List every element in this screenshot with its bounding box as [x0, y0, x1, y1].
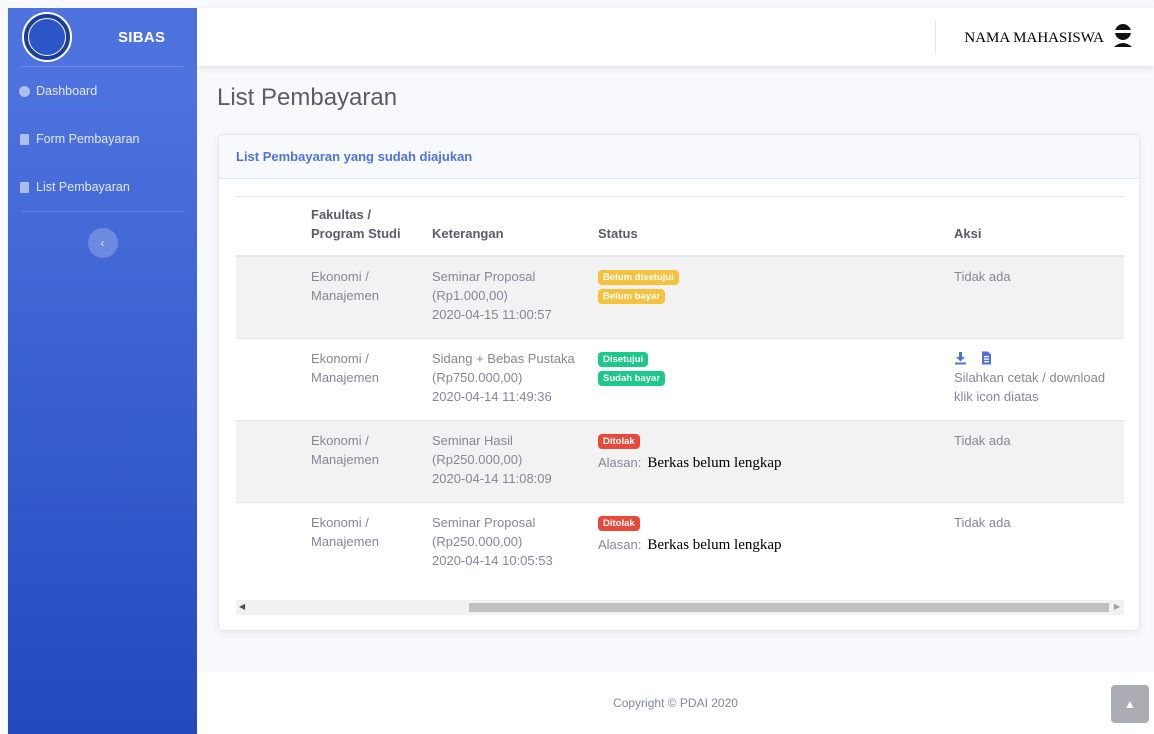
payment-badge: Sudah bayar [598, 370, 666, 386]
copyright-text: Copyright © PDAI 2020 [613, 696, 738, 710]
cell-status: Ditolak Alasan: Berkas belum lengkap [598, 502, 954, 584]
chevron-up-icon: ▲ [1124, 697, 1136, 711]
sidebar: SIBAS Dashboard Form Pembayaran List Pem… [8, 8, 197, 734]
horizontal-scrollbar[interactable]: ◀ ▶ [236, 600, 1124, 615]
column-header-aksi: Aksi [954, 196, 1124, 257]
rejection-reason: Alasan: Berkas belum lengkap [598, 536, 782, 553]
status-badge: Ditolak [598, 515, 640, 531]
cell-aksi: Tidak ada [954, 432, 1011, 448]
status-badge: Disetujui [598, 351, 649, 367]
table-row: Ekonomi / Manajemen Seminar Proposal (Rp… [236, 256, 1124, 338]
sidebar-item-form-pembayaran[interactable]: Form Pembayaran [8, 115, 197, 163]
user-name[interactable]: NAMA MAHASISWA [964, 30, 1104, 47]
dashboard-icon [18, 85, 30, 97]
sidebar-brand[interactable]: SIBAS [8, 8, 197, 66]
topbar-divider [935, 20, 936, 54]
cell-fakultas: Ekonomi / Manajemen [311, 269, 379, 303]
topbar: NAMA MAHASISWA [197, 8, 1154, 66]
rejection-reason: Alasan: Berkas belum lengkap [598, 454, 782, 471]
cell-aksi: Tidak ada [954, 514, 1011, 530]
page-title: List Pembayaran [217, 84, 398, 111]
payments-table: Fakultas / Program Studi Keterangan Statu… [236, 196, 1124, 584]
cell-status: Ditolak Alasan: Berkas belum lengkap [598, 420, 954, 502]
cell-status: Disetujui Sudah bayar [598, 338, 954, 420]
cell-keterangan: Seminar Hasil (Rp250.000,00) 2020-04-14 … [432, 432, 552, 486]
status-badge: Belum disetujui [598, 270, 679, 285]
file-icon [18, 133, 30, 145]
cell-keterangan: Seminar Proposal (Rp1.000,00) 2020-04-15… [432, 269, 552, 322]
brand-name: SIBAS [118, 28, 166, 46]
sidebar-item-label: Form Pembayaran [36, 132, 140, 146]
payments-card: List Pembayaran yang sudah diajukan Faku… [218, 134, 1140, 631]
cell-keterangan: Sidang + Bebas Pustaka (Rp750.000,00) 20… [432, 350, 575, 404]
cell-status: Belum disetujui Belum bayar [598, 256, 954, 338]
scroll-right-arrow-icon[interactable]: ▶ [1114, 602, 1120, 611]
cell-fakultas: Ekonomi / Manajemen [311, 514, 379, 549]
user-avatar-icon[interactable] [1112, 23, 1134, 49]
column-header-fakultas: Fakultas / Program Studi [311, 196, 432, 257]
column-header-status: Status [598, 196, 954, 257]
scroll-to-top-button[interactable]: ▲ [1111, 685, 1149, 723]
sidebar-item-dashboard[interactable]: Dashboard [8, 67, 197, 115]
cell-aksi: Silahkan cetak / download klik icon diat… [954, 338, 1124, 420]
cell-aksi: Tidak ada [954, 269, 1011, 284]
scroll-left-arrow-icon[interactable]: ◀ [239, 602, 245, 611]
cell-fakultas: Ekonomi / Manajemen [311, 432, 379, 467]
chevron-left-icon: ‹ [100, 236, 105, 250]
download-icon[interactable] [954, 351, 967, 365]
column-header-blank [236, 196, 311, 257]
university-logo [22, 12, 72, 62]
table-row: Ekonomi / Manajemen Seminar Proposal (Rp… [236, 502, 1124, 584]
status-badge: Ditolak [598, 433, 640, 449]
document-icon[interactable] [980, 351, 993, 365]
card-title: List Pembayaran yang sudah diajukan [219, 135, 1139, 179]
table-header-row: Fakultas / Program Studi Keterangan Statu… [236, 196, 1124, 257]
scrollbar-thumb[interactable] [469, 603, 1109, 612]
table-row: Ekonomi / Manajemen Seminar Hasil (Rp250… [236, 420, 1124, 502]
payment-badge: Belum bayar [598, 289, 666, 304]
sidebar-item-list-pembayaran[interactable]: List Pembayaran [8, 163, 197, 211]
sidebar-toggle-button[interactable]: ‹ [87, 228, 118, 258]
footer: Copyright © PDAI 2020 [197, 672, 1154, 734]
column-header-keterangan: Keterangan [432, 196, 598, 257]
table-row: Ekonomi / Manajemen Sidang + Bebas Pusta… [236, 338, 1124, 420]
sidebar-item-label: Dashboard [36, 84, 98, 98]
file-icon [18, 181, 30, 193]
sidebar-divider [22, 211, 183, 212]
cell-fakultas: Ekonomi / Manajemen [311, 350, 379, 385]
sidebar-item-label: List Pembayaran [36, 180, 130, 194]
payments-table-wrapper: Fakultas / Program Studi Keterangan Statu… [236, 196, 1124, 584]
cell-keterangan: Seminar Proposal (Rp250.000,00) 2020-04-… [432, 514, 553, 568]
